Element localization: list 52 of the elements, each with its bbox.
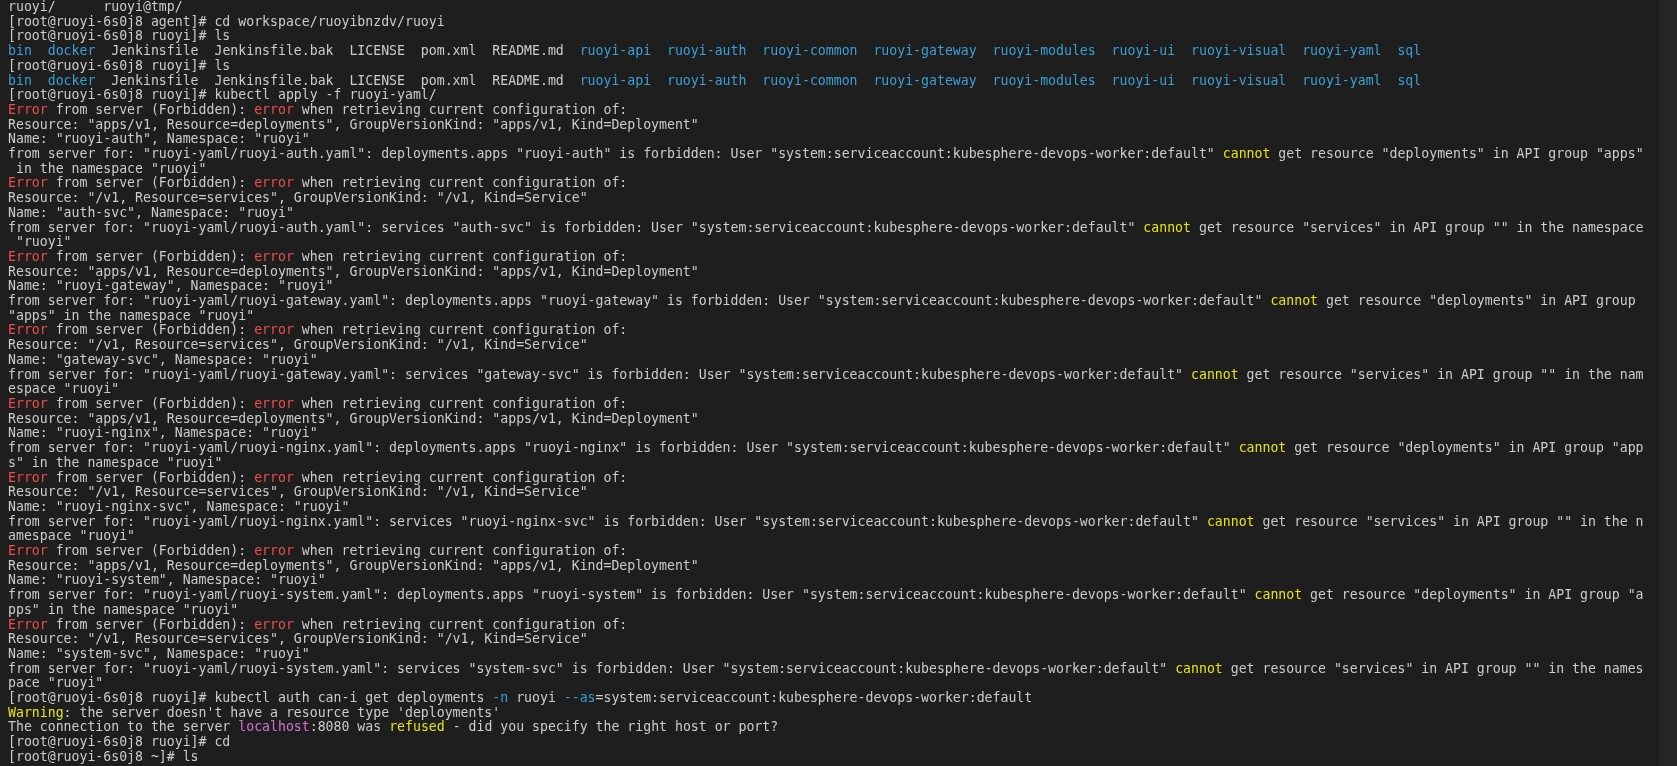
terminal-line: [root@ruoyi-6s0j8 ruoyi]# ls	[8, 58, 231, 74]
terminal-line: Name: "system-svc", Namespace: "ruoyi"	[8, 646, 310, 662]
terminal-line: in the namespace "ruoyi"	[14, 161, 207, 177]
terminal-line: The connection to the server localhost:8080 was refused - did you specify the right host or port?	[8, 720, 779, 735]
terminal-line: from server for: "ruoyi-yaml/ruoyi-system.yaml": services "system-svc" is forbidden: User "system:serviceaccount:kubesphere-devops-worker:default" cannot get resource "services" in API group "" in the names	[8, 661, 1644, 676]
terminal-line: pace "ruoyi"	[8, 676, 104, 692]
terminal-line: Resource: "/v1, Resource=services", GroupVersionKind: "/v1, Kind=Service"	[8, 485, 588, 500]
terminal-line: Resource: "apps/v1, Resource=deployments", GroupVersionKind: "apps/v1, Kind=Deployment"	[8, 264, 699, 280]
terminal-line: amespace "ruoyi"	[8, 529, 136, 544]
terminal-line: Error from server (Forbidden): error when retrieving current configuration of:	[8, 397, 628, 412]
terminal-line: Resource: "apps/v1, Resource=deployments", GroupVersionKind: "apps/v1, Kind=Deployment"	[8, 117, 699, 133]
terminal-line: Error from server (Forbidden): error when retrieving current configuration of:	[8, 544, 628, 559]
terminal-line: espace "ruoyi"	[8, 382, 120, 397]
terminal-line: Warning: the server doesn't have a resource type 'deployments'	[8, 705, 501, 721]
terminal-line: "ruoyi"	[14, 235, 72, 250]
terminal-line: [root@ruoyi-6s0j8 agent]# cd workspace/ruoyibnzdv/ruoyi	[8, 14, 445, 30]
terminal-line: [root@ruoyi-6s0j8 ruoyi]# kubectl apply -f ruoyi-yaml/	[8, 88, 437, 103]
terminal-line: [root@ruoyi-6s0j8 ruoyi]# cd	[8, 735, 231, 750]
terminal-line: Error from server (Forbidden): error when retrieving current configuration of:	[8, 470, 628, 486]
terminal-line: from server for: "ruoyi-yaml/ruoyi-system.yaml": deployments.apps "ruoyi-system" is forbidden: User "system:serviceaccount:kubesphere-devops-worker:default" cannot get resource "deployments" in API group "a	[8, 588, 1644, 603]
terminal-line: Name: "ruoyi-nginx-svc", Namespace: "ruoyi"	[8, 499, 350, 515]
terminal-line: Error from server (Forbidden): error when retrieving current configuration of:	[8, 102, 628, 118]
terminal-line: Resource: "apps/v1, Resource=deployments", GroupVersionKind: "apps/v1, Kind=Deployment"	[8, 558, 699, 574]
terminal-line: [root@ruoyi-6s0j8 ~]# ls	[8, 749, 199, 765]
terminal-line: [root@ruoyi-6s0j8 ruoyi]# kubectl auth can-i get deployments -n ruoyi --as=system:serviceaccount:kubesphere-devops-worker:default	[8, 691, 1033, 706]
terminal-line: pps" in the namespace "ruoyi"	[8, 602, 239, 618]
terminal-line: Name: "auth-svc", Namespace: "ruoyi"	[8, 205, 294, 221]
terminal-line: Name: "ruoyi-auth", Namespace: "ruoyi"	[8, 132, 310, 148]
terminal-line: from server for: "ruoyi-yaml/ruoyi-auth.yaml": services "auth-svc" is forbidden: User "system:serviceaccount:kubesphere-devops-worker:default" cannot get resource "services" in API group "" in the namespace	[8, 220, 1644, 235]
terminal-line: Name: "gateway-svc", Namespace: "ruoyi"	[8, 352, 318, 368]
terminal-line: bin docker Jenkinsfile Jenkinsfile.bak LICENSE pom.xml README.md ruoyi-api ruoyi-auth ruoyi-common ruoyi-gateway ruoyi-modules ruoyi-ui ruoyi-visual ruoyi-yaml sql	[8, 44, 1422, 59]
terminal-line: from server for: "ruoyi-yaml/ruoyi-nginx.yaml": services "ruoyi-nginx-svc" is forbidden: User "system:serviceaccount:kubesphere-devops-worker:default" cannot get resource "services" in API group "" in the n	[8, 514, 1644, 529]
terminal-line: Resource: "/v1, Resource=services", GroupVersionKind: "/v1, Kind=Service"	[8, 191, 588, 206]
terminal-line: Error from server (Forbidden): error when retrieving current configuration of:	[8, 617, 628, 633]
terminal-line: Resource: "apps/v1, Resource=deployments", GroupVersionKind: "apps/v1, Kind=Deployment"	[8, 411, 699, 427]
terminal-line: from server for: "ruoyi-yaml/ruoyi-nginx.yaml": deployments.apps "ruoyi-nginx" is forbidden: User "system:serviceaccount:kubesphere-devops-worker:default" cannot get resource "deployments" in API group "app	[8, 441, 1644, 456]
terminal-line: from server for: "ruoyi-yaml/ruoyi-gateway.yaml": deployments.apps "ruoyi-gateway" is forbidden: User "system:serviceaccount:kubesphere-devops-worker:default" cannot get resource "deployments" in API group	[8, 294, 1636, 309]
terminal-line: Error from server (Forbidden): error when retrieving current configuration of:	[8, 249, 628, 265]
terminal-line: Resource: "/v1, Resource=services", GroupVersionKind: "/v1, Kind=Service"	[8, 632, 588, 647]
terminal-line: bin docker Jenkinsfile Jenkinsfile.bak LICENSE pom.xml README.md ruoyi-api ruoyi-auth ruoyi-common ruoyi-gateway ruoyi-modules ruoyi-ui ruoyi-visual ruoyi-yaml sql	[8, 73, 1422, 89]
terminal-line: "apps" in the namespace "ruoyi"	[8, 308, 255, 324]
terminal-line: Error from server (Forbidden): error when retrieving current configuration of:	[8, 176, 628, 192]
terminal-line: s" in the namespace "ruoyi"	[8, 455, 223, 471]
terminal-line: ruoyi/ ruoyi@tmp/	[8, 0, 183, 15]
terminal-line: from server for: "ruoyi-yaml/ruoyi-auth.yaml": deployments.apps "ruoyi-auth" is forbidden: User "system:serviceaccount:kubesphere-devops-worker:default" cannot get resource "deployments" in API group "apps"	[8, 147, 1644, 162]
terminal-line: [root@ruoyi-6s0j8 ruoyi]# ls	[8, 29, 231, 45]
terminal-line: Name: "ruoyi-nginx", Namespace: "ruoyi"	[8, 426, 318, 442]
terminal-line: Name: "ruoyi-system", Namespace: "ruoyi"	[8, 573, 326, 589]
terminal-line: Error from server (Forbidden): error when retrieving current configuration of:	[8, 323, 628, 339]
terminal-line: from server for: "ruoyi-yaml/ruoyi-gateway.yaml": services "gateway-svc" is forbidden: User "system:serviceaccount:kubesphere-devops-worker:default" cannot get resource "services" in API group "" in the nam	[8, 367, 1644, 382]
terminal-line: Resource: "/v1, Resource=services", GroupVersionKind: "/v1, Kind=Service"	[8, 338, 588, 353]
terminal-line: Name: "ruoyi-gateway", Namespace: "ruoyi"	[8, 279, 334, 295]
